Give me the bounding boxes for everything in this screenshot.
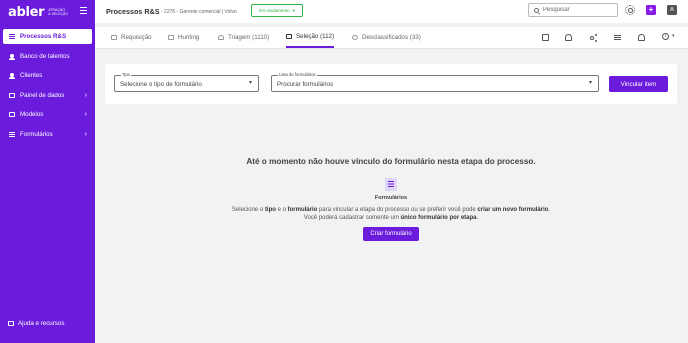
tab-label: Seleção (112): [296, 33, 335, 40]
calendar-icon: [286, 34, 292, 39]
sidebar-item-banco-de-talentos[interactable]: Banco de talentos: [3, 49, 92, 64]
sidebar-item-label: Processos R&S: [20, 33, 67, 40]
sidebar-item-processos[interactable]: Processos R&S: [3, 29, 92, 44]
sidebar: abler ATRAÇÃO & SELEÇÃO Processos R&S Ba…: [0, 0, 95, 343]
process-subtitle: - 2276 - Gerente comercial | Volvo: [161, 8, 237, 15]
sidebar-item-label: Modelos: [20, 111, 44, 118]
tab-triagem[interactable]: Triagem (1110): [218, 27, 269, 48]
empty-state-title: Até o momento não houve vínculo do formu…: [246, 157, 536, 166]
form-link-card: Tipo Selecione o tipo de formulário ▾ Li…: [105, 64, 677, 104]
tab-label: Hunting: [178, 34, 200, 41]
clients-icon: [9, 73, 15, 79]
tab-desclassificados[interactable]: Desclassificados (33): [352, 27, 421, 48]
search-box[interactable]: [528, 3, 618, 17]
tab-requisicao[interactable]: Requisição: [111, 27, 152, 48]
chevron-right-icon: ›: [84, 130, 87, 138]
desc-text: Selecione o: [231, 207, 265, 213]
sidebar-item-label: Banco de talentos: [20, 52, 70, 60]
status-dropdown[interactable]: Em andamento ▾: [251, 4, 303, 17]
gear-icon[interactable]: [625, 5, 635, 15]
dashboard-icon: [9, 92, 15, 98]
brand-tagline: ATRAÇÃO & SELEÇÃO: [48, 8, 68, 16]
form-icon: [385, 178, 397, 191]
criar-formulario-button[interactable]: Criar formulário: [363, 227, 419, 241]
help-icon: [8, 321, 14, 326]
add-button[interactable]: +: [646, 5, 656, 15]
person-icon: [218, 35, 224, 40]
empty-state-icon-label: Formulários: [374, 195, 408, 201]
desc-emphasis: criar um novo formulário: [477, 207, 549, 213]
chevron-down-icon: ▾: [248, 80, 252, 86]
desc-emphasis: tipo: [264, 207, 276, 213]
tab-label: Desclassificados (33): [362, 34, 421, 41]
sidebar-item-label: Painel de dados: [20, 91, 65, 99]
sidebar-item-painel-de-dados[interactable]: Painel de dados ›: [3, 88, 92, 103]
info-icon[interactable]: i: [662, 33, 669, 40]
templates-icon: [9, 112, 15, 117]
block-icon: [352, 35, 358, 40]
avatar[interactable]: A: [667, 5, 677, 15]
process-tabs: Requisição Hunting Triagem (1110) Seleçã…: [95, 27, 688, 49]
sidebar-nav: Processos R&S Banco de talentos Clientes…: [0, 29, 95, 142]
brand-logo: abler: [8, 4, 45, 20]
checklist-icon[interactable]: [614, 34, 621, 41]
desc-text: .: [548, 207, 551, 213]
tab-label: Requisição: [121, 34, 152, 41]
tab-hunting[interactable]: Hunting: [168, 27, 199, 48]
document-icon: [111, 35, 117, 40]
desc-text: e o: [275, 207, 288, 213]
chevron-right-icon: ›: [84, 91, 87, 99]
sidebar-item-clientes[interactable]: Clientes: [3, 68, 92, 83]
tipo-select[interactable]: Tipo Selecione o tipo de formulário ▾: [114, 72, 259, 92]
sidebar-item-label: Clientes: [20, 72, 43, 79]
person-icon: [9, 53, 15, 60]
empty-state-description: Selecione o tipo e o formulário para vin…: [105, 206, 677, 222]
search-icon: [534, 7, 539, 13]
lista-placeholder: Procurar formulários: [277, 80, 334, 88]
help-label: Ajuda e recursos: [18, 320, 65, 327]
hunting-icon: [168, 35, 174, 40]
sidebar-item-formularios[interactable]: Formulários ›: [3, 127, 92, 142]
sidebar-item-modelos[interactable]: Modelos ›: [3, 107, 92, 122]
document-icon[interactable]: [542, 34, 549, 41]
chevron-down-icon: ▾: [588, 80, 592, 86]
lista-formularios-select[interactable]: Lista de formulários Procurar formulário…: [271, 72, 599, 92]
forms-icon: [9, 131, 15, 137]
desc-emphasis: único formulário por etapa: [400, 215, 477, 222]
list-icon: [9, 34, 15, 39]
chevron-right-icon: ›: [84, 111, 87, 118]
tab-label: Triagem (1110): [228, 34, 270, 41]
lista-label: Lista de formulários: [278, 72, 317, 77]
share-icon[interactable]: [590, 34, 597, 41]
sidebar-item-label: Formulários: [20, 130, 53, 138]
desc-text: .: [476, 215, 479, 222]
desc-emphasis: formulário: [287, 207, 318, 213]
help-link[interactable]: Ajuda e recursos: [8, 320, 64, 327]
menu-icon[interactable]: [80, 7, 87, 14]
tipo-label: Tipo: [121, 72, 131, 77]
add-user-icon[interactable]: [638, 34, 645, 41]
search-input[interactable]: [543, 7, 613, 13]
tipo-placeholder: Selecione o tipo de formulário: [120, 80, 202, 88]
brand-tagline-line2: & SELEÇÃO: [48, 12, 69, 16]
chevron-down-icon[interactable]: ▾: [672, 33, 675, 39]
top-bar: Processos R&S - 2276 - Gerente comercial…: [95, 0, 688, 23]
chevron-down-icon: ▾: [292, 7, 295, 13]
brand[interactable]: abler ATRAÇÃO & SELEÇÃO: [0, 0, 95, 24]
tab-selecao[interactable]: Seleção (112): [286, 27, 335, 48]
desc-text: Você poderá cadastrar somente um: [303, 215, 401, 222]
page-title: Processos R&S: [106, 7, 160, 16]
status-label: Em andamento: [259, 8, 290, 13]
desc-text: para vincular a etapa do processo ou se …: [317, 207, 478, 213]
vincular-item-button[interactable]: Vincular item: [609, 76, 668, 92]
user-settings-icon[interactable]: [565, 34, 572, 41]
